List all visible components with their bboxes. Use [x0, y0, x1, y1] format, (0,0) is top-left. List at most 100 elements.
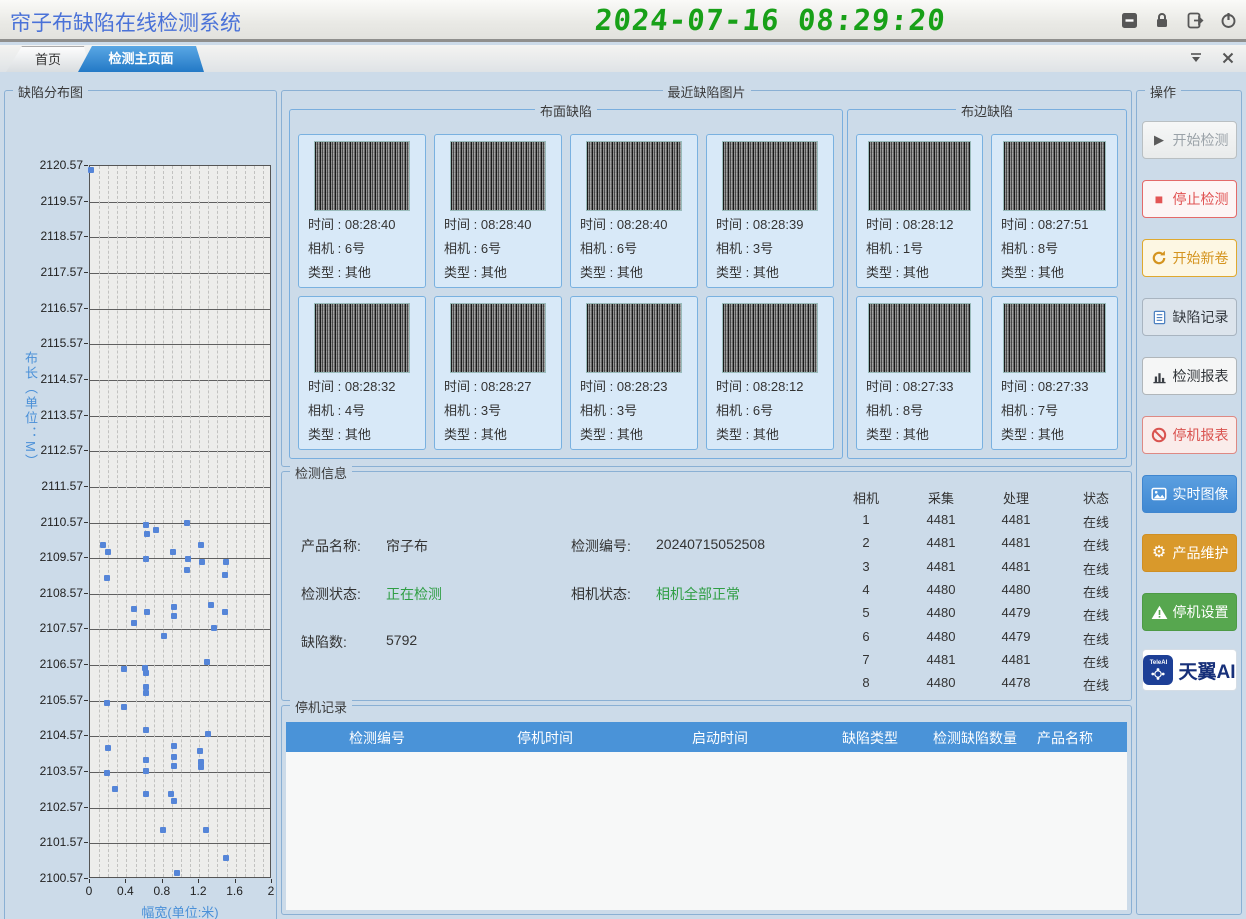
op-button-stop[interactable]: ■停止检测	[1142, 180, 1237, 218]
defect-type: 类型 : 其他	[716, 423, 833, 447]
scatter-point	[198, 764, 204, 770]
defect-image	[586, 303, 682, 373]
defect-card[interactable]: 时间 : 08:28:40相机 : 6号类型 : 其他	[298, 134, 426, 288]
defect-card[interactable]: 时间 : 08:28:12相机 : 6号类型 : 其他	[706, 296, 834, 450]
defect-type: 类型 : 其他	[1001, 261, 1117, 285]
defect-type: 类型 : 其他	[444, 261, 561, 285]
op-button-warning[interactable]: 停机设置	[1142, 593, 1237, 631]
bar-chart-icon	[1151, 368, 1168, 385]
operations-title: 操作	[1145, 82, 1181, 101]
defect-type: 类型 : 其他	[866, 423, 982, 447]
camera-table-cell: 2	[862, 535, 869, 550]
op-button-bar-chart[interactable]: 检测报表	[1142, 357, 1237, 395]
defect-card-info: 时间 : 08:28:32相机 : 4号类型 : 其他	[299, 375, 425, 447]
x-tick-mark	[271, 879, 272, 883]
defect-time: 时间 : 08:28:32	[308, 375, 425, 399]
defect-camera: 相机 : 3号	[444, 399, 561, 423]
teleai-badge-icon: TeleAI	[1143, 655, 1173, 685]
defect-card[interactable]: 时间 : 08:28:39相机 : 3号类型 : 其他	[706, 134, 834, 288]
scatter-point	[144, 531, 150, 537]
scatter-point	[143, 727, 149, 733]
detection-info-title: 检测信息	[290, 463, 352, 482]
defect-type: 类型 : 其他	[444, 423, 561, 447]
recent-defect-images-panel: 最近缺陷图片 布面缺陷 时间 : 08:28:40相机 : 6号类型 : 其他时…	[281, 90, 1132, 467]
op-button-image[interactable]: 实时图像	[1142, 475, 1237, 513]
op-button-refresh[interactable]: 开始新卷	[1142, 239, 1237, 277]
edge-defects-title: 布边缺陷	[956, 101, 1018, 120]
camera-table-cell: 6	[862, 629, 869, 644]
camera-table-cell: 4480	[1002, 582, 1031, 597]
defect-camera: 相机 : 6号	[716, 399, 833, 423]
scatter-point	[143, 556, 149, 562]
defect-card-info: 时间 : 08:28:40相机 : 6号类型 : 其他	[299, 213, 425, 285]
grid-line-vertical	[154, 166, 155, 877]
power-icon[interactable]	[1218, 10, 1238, 30]
camera-table-header: 采集	[928, 488, 954, 507]
op-button-play[interactable]: ▶开始检测	[1142, 121, 1237, 159]
x-tick-label: 1.6	[218, 884, 252, 898]
defect-card[interactable]: 时间 : 08:27:51相机 : 8号类型 : 其他	[991, 134, 1118, 288]
y-tick-label: 2117.57	[5, 265, 83, 279]
tab-detection-main[interactable]: 检测主页面	[78, 46, 204, 72]
camera-table-cell: 4481	[927, 559, 956, 574]
defect-card[interactable]: 时间 : 08:28:23相机 : 3号类型 : 其他	[570, 296, 698, 450]
op-button-label: 实时图像	[1173, 484, 1229, 504]
scatter-point	[143, 768, 149, 774]
defect-card[interactable]: 时间 : 08:28:40相机 : 6号类型 : 其他	[570, 134, 698, 288]
scatter-point	[153, 527, 159, 533]
camera-status-cell: 在线	[1083, 535, 1109, 554]
grid-line-vertical	[190, 166, 191, 877]
scatter-point	[171, 604, 177, 610]
y-tick-mark	[84, 664, 88, 665]
defect-type: 类型 : 其他	[866, 261, 982, 285]
defect-card[interactable]: 时间 : 08:27:33相机 : 7号类型 : 其他	[991, 296, 1118, 450]
scatter-point	[171, 743, 177, 749]
downtime-column-header: 产品名称	[1037, 728, 1093, 748]
defect-card[interactable]: 时间 : 08:28:32相机 : 4号类型 : 其他	[298, 296, 426, 450]
tab-list-icon[interactable]	[1188, 50, 1204, 66]
app-title: 帘子布缺陷在线检测系统	[10, 7, 241, 37]
logout-icon[interactable]	[1185, 10, 1205, 30]
y-tick-mark	[84, 201, 88, 202]
defect-card[interactable]: 时间 : 08:27:33相机 : 8号类型 : 其他	[856, 296, 983, 450]
play-icon: ▶	[1151, 132, 1168, 149]
grid-line-vertical	[126, 166, 127, 877]
scatter-point	[143, 757, 149, 763]
scatter-point	[104, 770, 110, 776]
op-button-document[interactable]: 缺陷记录	[1142, 298, 1237, 336]
teleai-logo[interactable]: TeleAI 天翼AI	[1142, 649, 1237, 691]
minimize-icon[interactable]	[1119, 10, 1139, 30]
scatter-point	[197, 748, 203, 754]
camera-table-cell: 4480	[927, 582, 956, 597]
scatter-point	[203, 827, 209, 833]
scatter-point	[143, 690, 149, 696]
defect-type: 类型 : 其他	[580, 261, 697, 285]
grid-line-vertical	[199, 166, 200, 877]
camera-table-cell: 4481	[1002, 559, 1031, 574]
defect-card-info: 时间 : 08:28:40相机 : 6号类型 : 其他	[571, 213, 697, 285]
defect-card[interactable]: 时间 : 08:28:27相机 : 3号类型 : 其他	[434, 296, 562, 450]
defect-card[interactable]: 时间 : 08:28:40相机 : 6号类型 : 其他	[434, 134, 562, 288]
detection-number-value: 20240715052508	[656, 536, 765, 552]
op-button-no-entry[interactable]: 停机报表	[1142, 416, 1237, 454]
scatter-point	[185, 556, 191, 562]
scatter-point	[171, 754, 177, 760]
defect-card[interactable]: 时间 : 08:28:12相机 : 1号类型 : 其他	[856, 134, 983, 288]
y-tick-label: 2107.57	[5, 621, 83, 635]
defect-time: 时间 : 08:27:33	[1001, 375, 1117, 399]
op-button-gear[interactable]: ⚙产品维护	[1142, 534, 1237, 572]
op-button-label: 产品维护	[1173, 543, 1229, 563]
defect-distribution-panel: 缺陷分布图 布长（单位：M） 2120.572119.572118.572117…	[4, 90, 277, 919]
x-tick-mark	[198, 879, 199, 883]
defect-image	[722, 303, 818, 373]
close-tab-icon[interactable]	[1220, 50, 1236, 66]
defect-image	[314, 303, 410, 373]
y-tick-mark	[84, 735, 88, 736]
y-tick-mark	[84, 807, 88, 808]
camera-table-cell: 4481	[927, 535, 956, 550]
scatter-point	[170, 549, 176, 555]
lock-icon[interactable]	[1152, 10, 1172, 30]
defect-type: 类型 : 其他	[308, 423, 425, 447]
y-tick-label: 2112.57	[5, 443, 83, 457]
tab-home[interactable]: 首页	[6, 46, 90, 72]
